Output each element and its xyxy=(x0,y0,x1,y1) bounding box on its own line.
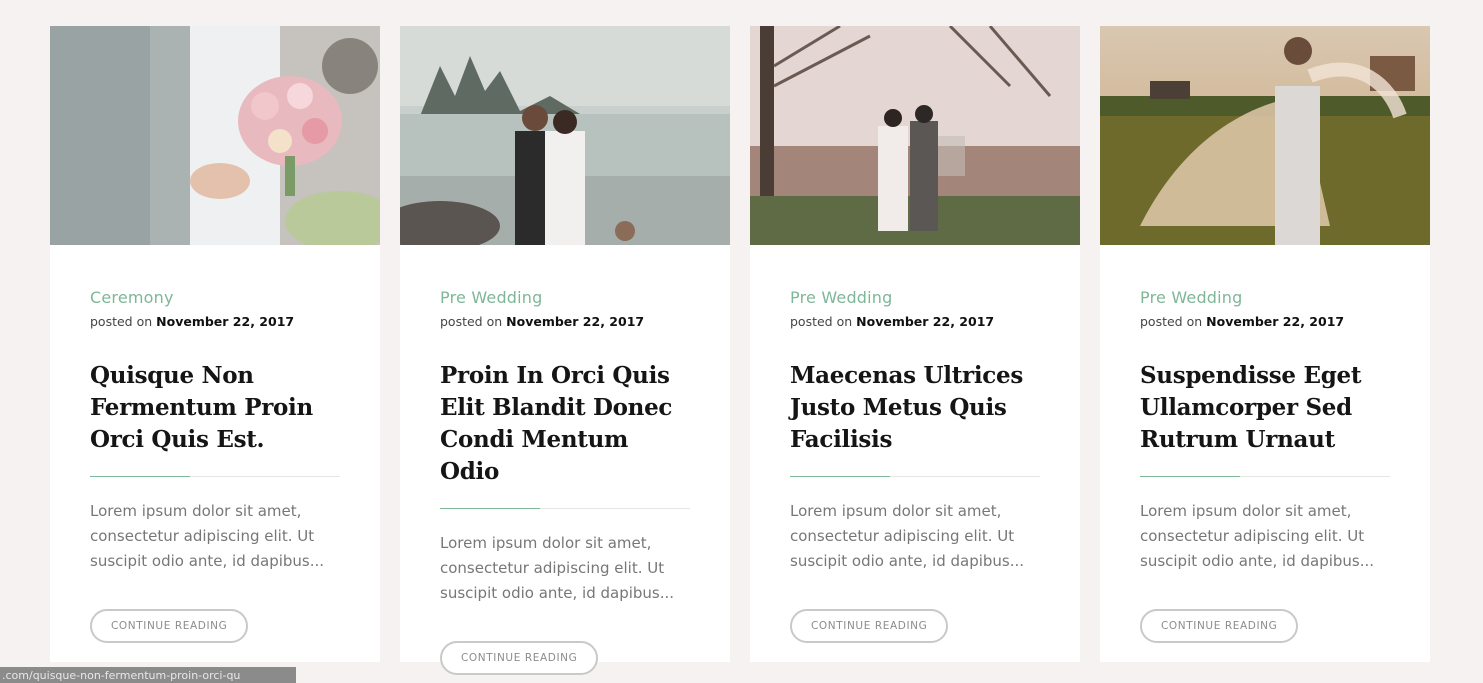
post-title[interactable]: Proin In Orci Quis Elit Blandit Donec Co… xyxy=(440,360,690,488)
post-thumbnail-image xyxy=(400,26,730,245)
post-card: Pre Wedding posted on November 22, 2017 … xyxy=(400,26,730,675)
post-title[interactable]: Quisque Non Fermentum Proin Orci Quis Es… xyxy=(90,360,340,456)
posted-on-label: posted on xyxy=(790,314,853,329)
continue-reading-button[interactable]: Continue Reading xyxy=(790,609,949,643)
post-title[interactable]: Suspendisse Eget Ullamcorper Sed Rutrum … xyxy=(1140,360,1390,456)
post-card: Ceremony posted on November 22, 2017 Qui… xyxy=(50,26,380,662)
posted-on-label: posted on xyxy=(1140,314,1203,329)
post-meta: posted on November 22, 2017 xyxy=(90,314,340,330)
post-category-link[interactable]: Pre Wedding xyxy=(790,288,1040,308)
post-title[interactable]: Maecenas Ultrices Justo Metus Quis Facil… xyxy=(790,360,1040,456)
post-meta: posted on November 22, 2017 xyxy=(440,314,690,330)
post-thumbnail-link[interactable] xyxy=(50,26,380,245)
title-divider xyxy=(90,476,340,477)
post-excerpt: Lorem ipsum dolor sit amet, consectetur … xyxy=(440,534,675,602)
post-category-link[interactable]: Pre Wedding xyxy=(1140,288,1390,308)
post-thumbnail-image xyxy=(750,26,1080,245)
continue-reading-button[interactable]: Continue Reading xyxy=(1140,609,1299,643)
post-thumbnail-image xyxy=(50,26,380,245)
post-date[interactable]: November 22, 2017 xyxy=(1206,314,1344,329)
post-date[interactable]: November 22, 2017 xyxy=(506,314,644,329)
post-thumbnail-link[interactable] xyxy=(1100,26,1430,245)
title-divider xyxy=(1140,476,1390,477)
posted-on-label: posted on xyxy=(440,314,503,329)
post-grid: Ceremony posted on November 22, 2017 Qui… xyxy=(50,26,1430,675)
continue-reading-button[interactable]: Continue Reading xyxy=(440,641,599,675)
title-divider xyxy=(440,508,690,509)
posted-on-label: posted on xyxy=(90,314,153,329)
post-card: Pre Wedding posted on November 22, 2017 … xyxy=(750,26,1080,662)
post-card: Pre Wedding posted on November 22, 2017 … xyxy=(1100,26,1430,662)
browser-status-url: .com/quisque-non-fermentum-proin-orci-qu xyxy=(0,667,296,683)
post-excerpt: Lorem ipsum dolor sit amet, consectetur … xyxy=(1140,502,1375,570)
post-thumbnail-link[interactable] xyxy=(400,26,730,245)
post-thumbnail-image xyxy=(1100,26,1430,245)
post-thumbnail-link[interactable] xyxy=(750,26,1080,245)
post-category-link[interactable]: Pre Wedding xyxy=(440,288,690,308)
post-date[interactable]: November 22, 2017 xyxy=(156,314,294,329)
continue-reading-button[interactable]: Continue Reading xyxy=(90,609,249,643)
post-excerpt: Lorem ipsum dolor sit amet, consectetur … xyxy=(90,502,325,570)
post-meta: posted on November 22, 2017 xyxy=(790,314,1040,330)
post-excerpt: Lorem ipsum dolor sit amet, consectetur … xyxy=(790,502,1025,570)
post-category-link[interactable]: Ceremony xyxy=(90,288,340,308)
post-meta: posted on November 22, 2017 xyxy=(1140,314,1390,330)
title-divider xyxy=(790,476,1040,477)
post-date[interactable]: November 22, 2017 xyxy=(856,314,994,329)
